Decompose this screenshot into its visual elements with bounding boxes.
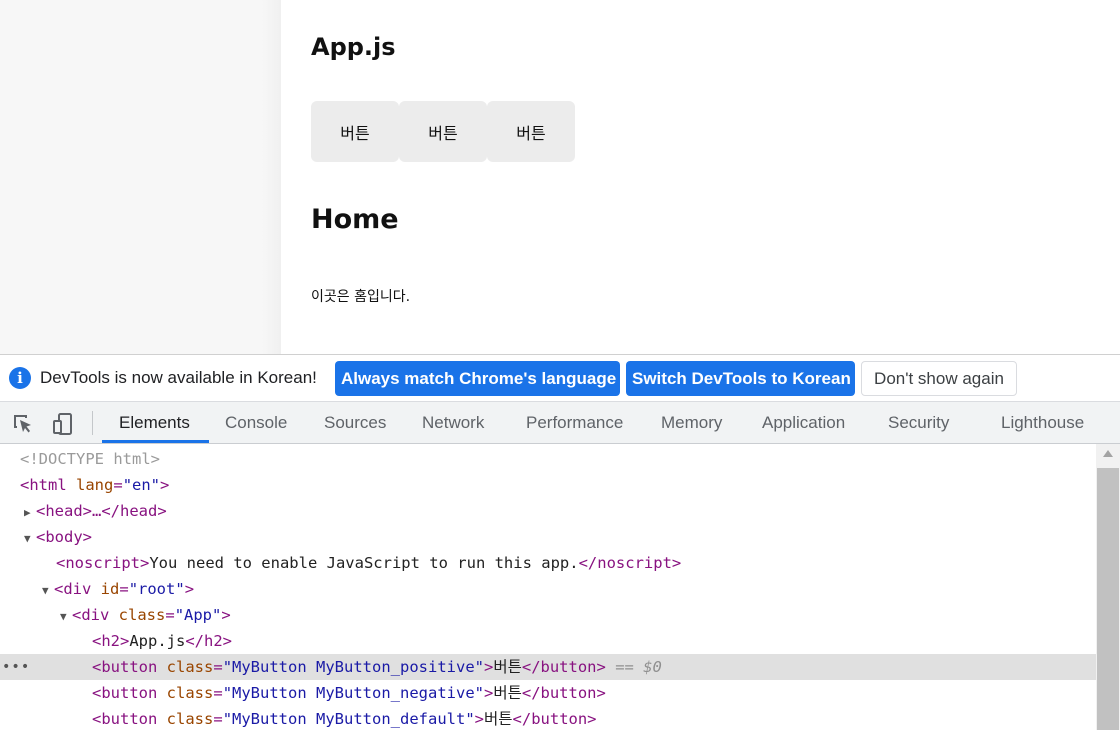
- always-match-language-button[interactable]: Always match Chrome's language: [335, 361, 620, 396]
- button-row: 버튼 버튼 버튼: [311, 101, 575, 162]
- selected-node-marker: == $0: [615, 658, 662, 676]
- app-title: App.js: [311, 33, 396, 61]
- scroll-up-arrow-icon[interactable]: [1103, 450, 1113, 457]
- tag-text: </button>: [521, 658, 606, 676]
- tag-text: <head>…</head>: [36, 502, 167, 520]
- dom-node-html[interactable]: <html lang="en">: [0, 472, 1096, 498]
- my-button-negative[interactable]: 버튼: [399, 101, 487, 162]
- switch-to-korean-button[interactable]: Switch DevTools to Korean: [626, 361, 855, 396]
- info-icon: i: [9, 367, 31, 389]
- tag-text: <button: [92, 684, 158, 702]
- collapse-triangle-icon[interactable]: ▼: [60, 604, 72, 630]
- tag-text: </button>: [521, 684, 606, 702]
- attr-value: "App": [174, 606, 222, 624]
- tab-network[interactable]: Network: [422, 402, 484, 443]
- attr-name: class: [166, 684, 214, 702]
- app-container: App.js 버튼 버튼 버튼 Home 이곳은 홈입니다.: [281, 0, 1120, 354]
- dom-node-body[interactable]: ▼ <body>: [0, 524, 1096, 550]
- attr-name: class: [166, 710, 214, 728]
- tab-security[interactable]: Security: [888, 402, 949, 443]
- tab-performance[interactable]: Performance: [526, 402, 623, 443]
- my-button-positive[interactable]: 버튼: [311, 101, 399, 162]
- language-infobar: i DevTools is now available in Korean! A…: [0, 355, 1120, 402]
- tag-text: <div: [54, 580, 92, 598]
- tab-memory[interactable]: Memory: [661, 402, 722, 443]
- attr-value: "root": [128, 580, 185, 598]
- elements-dom-tree: <!DOCTYPE html> <html lang="en"> ▶ <head>…: [0, 444, 1096, 730]
- devtools-panel: i DevTools is now available in Korean! A…: [0, 354, 1120, 730]
- infobar-message: DevTools is now available in Korean!: [40, 368, 317, 387]
- more-options-icon[interactable]: •••: [2, 654, 30, 680]
- dom-node-doctype[interactable]: <!DOCTYPE html>: [0, 446, 1096, 472]
- dom-tree-scrollbar[interactable]: [1096, 444, 1120, 730]
- collapse-triangle-icon[interactable]: ▼: [42, 578, 54, 604]
- dom-node-head[interactable]: ▶ <head>…</head>: [0, 498, 1096, 524]
- tag-text: <html: [20, 476, 67, 494]
- tab-elements[interactable]: Elements: [119, 402, 190, 443]
- page-left-gutter: [0, 0, 281, 354]
- tag-text: </noscript>: [578, 554, 682, 572]
- attr-value: "MyButton MyButton_negative": [222, 684, 484, 702]
- attr-name: class: [166, 658, 214, 676]
- tag-text: <h2>: [92, 632, 130, 650]
- active-tab-indicator: [102, 440, 209, 443]
- scrollbar-thumb[interactable]: [1097, 468, 1119, 730]
- tag-text: <div: [72, 606, 110, 624]
- page-viewport: App.js 버튼 버튼 버튼 Home 이곳은 홈입니다.: [0, 0, 1120, 354]
- attr-value: "MyButton MyButton_default": [222, 710, 475, 728]
- tag-text: </button>: [512, 710, 597, 728]
- dom-node-button-negative[interactable]: <button class="MyButton MyButton_negativ…: [0, 680, 1096, 706]
- tag-text: <button: [92, 658, 158, 676]
- dom-node-noscript[interactable]: <noscript>You need to enable JavaScript …: [0, 550, 1096, 576]
- node-text: 버튼: [493, 658, 522, 676]
- node-text: App.js: [129, 632, 186, 650]
- tag-text: <button: [92, 710, 158, 728]
- dont-show-again-button[interactable]: Don't show again: [861, 361, 1017, 396]
- home-text: 이곳은 홈입니다.: [311, 289, 411, 305]
- doctype-text: <!DOCTYPE html>: [20, 450, 160, 468]
- tab-application[interactable]: Application: [762, 402, 845, 443]
- dom-node-button-default[interactable]: <button class="MyButton MyButton_default…: [0, 706, 1096, 730]
- attr-value: "en": [122, 476, 161, 494]
- attr-name: id: [100, 580, 120, 598]
- tag-text: <body>: [36, 528, 92, 546]
- node-text: You need to enable JavaScript to run thi…: [149, 554, 579, 572]
- tab-lighthouse[interactable]: Lighthouse: [1001, 402, 1084, 443]
- devtools-tabbar: Elements Console Sources Network Perform…: [0, 402, 1120, 444]
- tag-text: <noscript>: [56, 554, 150, 572]
- collapse-triangle-icon[interactable]: ▼: [24, 526, 36, 552]
- attr-name: lang: [76, 476, 114, 494]
- my-button-default[interactable]: 버튼: [487, 101, 575, 162]
- dom-node-h2[interactable]: <h2>App.js</h2>: [0, 628, 1096, 654]
- node-text: 버튼: [493, 684, 522, 702]
- expand-triangle-icon[interactable]: ▶: [24, 500, 36, 526]
- node-text: 버튼: [484, 710, 513, 728]
- device-toolbar-icon[interactable]: [51, 412, 75, 436]
- tab-console[interactable]: Console: [225, 402, 287, 443]
- home-title: Home: [311, 204, 399, 235]
- tag-text: </h2>: [185, 632, 232, 650]
- dom-node-button-positive[interactable]: ••• <button class="MyButton MyButton_posi…: [0, 654, 1096, 680]
- dom-node-div-root[interactable]: ▼ <div id="root">: [0, 576, 1096, 602]
- tab-sources[interactable]: Sources: [324, 402, 386, 443]
- attr-value: "MyButton MyButton_positive": [222, 658, 484, 676]
- attr-name: class: [118, 606, 166, 624]
- inspect-element-icon[interactable]: [11, 412, 35, 436]
- dom-node-div-app[interactable]: ▼ <div class="App">: [0, 602, 1096, 628]
- toolbar-separator: [92, 411, 93, 435]
